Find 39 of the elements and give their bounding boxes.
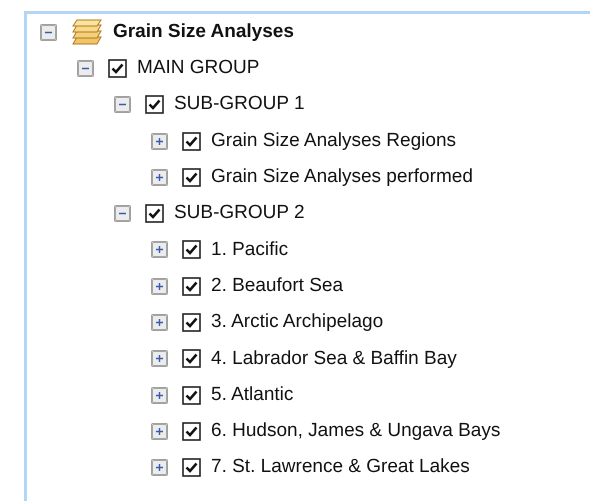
checkbox[interactable]: [182, 132, 201, 151]
checkbox[interactable]: [182, 168, 201, 187]
layer-label[interactable]: Grain Size Analyses: [113, 18, 294, 46]
layer-label[interactable]: SUB-GROUP 2: [174, 199, 305, 228]
expand-icon[interactable]: [151, 132, 168, 150]
expand-icon[interactable]: [151, 386, 168, 404]
layers-icon: [71, 19, 103, 46]
expand-icon[interactable]: [151, 314, 168, 332]
expand-icon[interactable]: [151, 168, 168, 186]
collapse-icon[interactable]: [40, 24, 57, 41]
checkbox[interactable]: [108, 58, 127, 78]
layer-label[interactable]: MAIN GROUP: [137, 54, 260, 83]
checkbox[interactable]: [182, 386, 201, 405]
checkbox[interactable]: [182, 349, 201, 368]
layer-label[interactable]: Grain Size Analyses performed: [211, 163, 473, 192]
checkbox[interactable]: [145, 95, 164, 114]
expand-icon[interactable]: [151, 459, 168, 476]
checkbox[interactable]: [182, 276, 201, 296]
expand-icon[interactable]: [151, 350, 168, 368]
collapse-icon[interactable]: [77, 60, 94, 77]
checkbox[interactable]: [145, 204, 164, 224]
layer-label[interactable]: 4. Labrador Sea & Baffin Bay: [211, 344, 457, 374]
checkbox[interactable]: [182, 458, 201, 478]
layer-label[interactable]: 2. Beaufort Sea: [211, 272, 344, 300]
layer-label[interactable]: Grain Size Analyses Regions: [211, 126, 456, 156]
layer-label[interactable]: 1. Pacific: [211, 236, 288, 264]
layer-label[interactable]: 3. Arctic Archipelago: [211, 308, 384, 337]
layer-label[interactable]: 5. Atlantic: [211, 380, 294, 410]
expand-icon[interactable]: [151, 278, 168, 295]
layer-label[interactable]: SUB-GROUP 1: [174, 90, 305, 119]
checkbox[interactable]: [182, 313, 201, 332]
expand-icon[interactable]: [151, 422, 168, 440]
checkbox[interactable]: [182, 240, 201, 260]
checkbox[interactable]: [182, 422, 201, 441]
expand-icon[interactable]: [151, 241, 168, 258]
collapse-icon[interactable]: [114, 205, 131, 222]
layer-label[interactable]: 7. St. Lawrence & Great Lakes: [211, 453, 470, 482]
collapse-icon[interactable]: [114, 96, 131, 114]
layer-label[interactable]: 6. Hudson, James & Ungava Bays: [211, 417, 500, 446]
